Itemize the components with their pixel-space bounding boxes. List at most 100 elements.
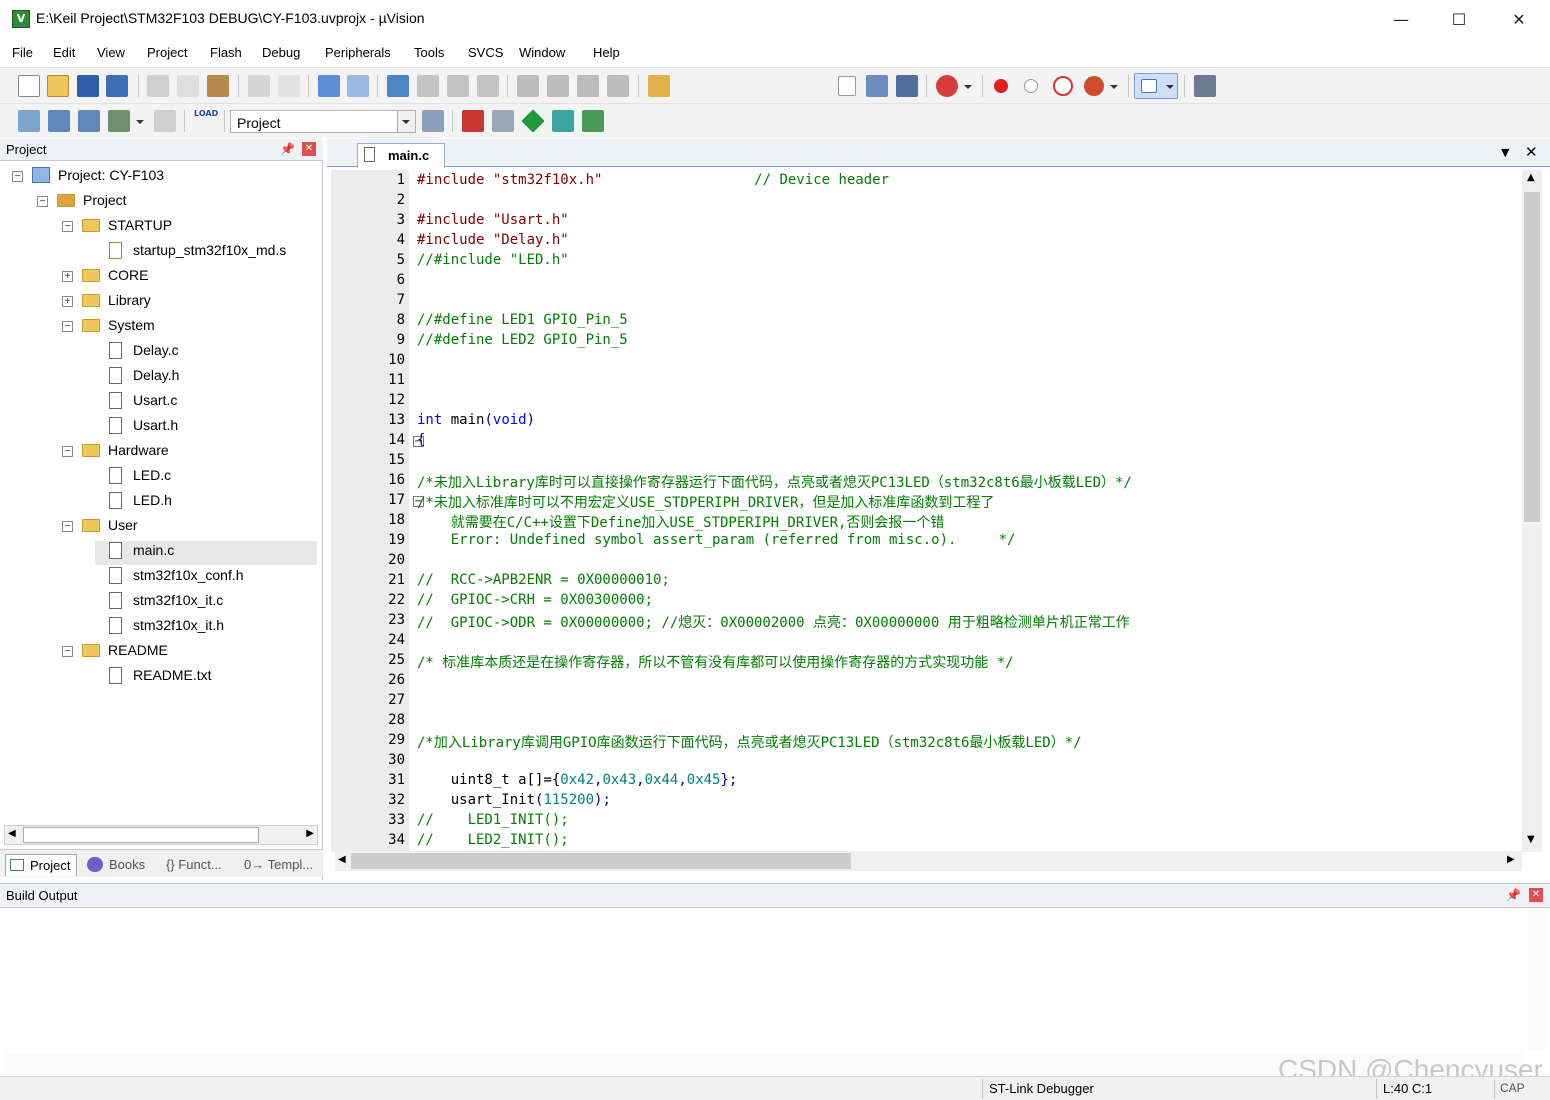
menu-tools[interactable]: Tools xyxy=(414,45,444,60)
target-select[interactable]: Project xyxy=(230,110,416,133)
batch-build-icon[interactable] xyxy=(108,110,130,132)
collapse-icon[interactable]: − xyxy=(37,196,48,207)
chevron-down-icon[interactable] xyxy=(1110,85,1118,89)
bookmark-prev-icon[interactable] xyxy=(417,75,439,97)
paste-icon[interactable] xyxy=(207,75,229,97)
unindent-icon[interactable] xyxy=(547,75,569,97)
code-editor[interactable]: #include "stm32f10x.h" // Device header #… xyxy=(417,170,1519,852)
code-line: uint8_t a[]={0x42,0x43,0x44,0x45}; xyxy=(417,772,738,792)
download-load-icon[interactable]: LOAD xyxy=(194,109,218,131)
tab-books[interactable]: Books xyxy=(85,854,157,876)
debug-session-icon[interactable] xyxy=(936,75,958,97)
find-combo-dropdown[interactable] xyxy=(838,76,856,96)
editor-horizontal-scrollbar[interactable]: ◀ ▶ xyxy=(335,851,1522,871)
scroll-up-icon[interactable]: ▲ xyxy=(1527,172,1535,183)
chevron-down-icon[interactable] xyxy=(964,85,972,89)
scroll-left-icon[interactable]: ◀ xyxy=(8,828,16,839)
manage-project-items-icon[interactable] xyxy=(462,110,484,132)
new-file-icon[interactable] xyxy=(18,75,40,97)
manage-run-time-environment-icon[interactable] xyxy=(521,109,545,133)
project-horizontal-scrollbar[interactable]: ◀ ▶ xyxy=(4,825,318,845)
scroll-thumb[interactable] xyxy=(351,853,851,869)
tab-project[interactable]: Project xyxy=(5,854,77,876)
manage-multi-project-icon[interactable] xyxy=(492,110,514,132)
cut-icon[interactable] xyxy=(147,75,169,97)
tab-functions[interactable]: {} Funct... xyxy=(164,854,236,876)
open-file-icon[interactable] xyxy=(47,75,69,97)
menu-window[interactable]: Window xyxy=(519,45,565,60)
minimize-button[interactable]: — xyxy=(1378,6,1424,34)
bookmark-toggle-icon[interactable] xyxy=(387,75,409,97)
menu-help[interactable]: Help xyxy=(593,45,620,60)
scroll-thumb[interactable] xyxy=(23,827,259,843)
disable-breakpoint-icon[interactable] xyxy=(1024,79,1038,93)
code-token: 0x45 xyxy=(686,772,721,788)
close-panel-icon[interactable]: ✕ xyxy=(302,142,316,156)
bookmark-next-icon[interactable] xyxy=(447,75,469,97)
chevron-down-icon[interactable] xyxy=(1166,85,1174,89)
save-all-icon[interactable] xyxy=(106,75,128,97)
pin-icon[interactable]: 📌 xyxy=(280,142,295,156)
collapse-icon[interactable]: − xyxy=(12,171,23,182)
scroll-thumb[interactable] xyxy=(1524,192,1540,522)
collapse-icon[interactable]: − xyxy=(62,646,73,657)
navigate-back-icon[interactable] xyxy=(318,75,340,97)
rebuild-icon[interactable] xyxy=(78,110,100,132)
select-software-packs-icon[interactable] xyxy=(552,110,574,132)
editor-vertical-scrollbar[interactable]: ▲ ▼ xyxy=(1522,170,1542,852)
expand-icon[interactable]: + xyxy=(62,296,73,307)
line-number: 31 xyxy=(388,772,405,788)
menu-project[interactable]: Project xyxy=(147,45,187,60)
chevron-down-icon[interactable] xyxy=(136,120,144,124)
save-icon[interactable] xyxy=(77,75,99,97)
translate-icon[interactable] xyxy=(18,110,40,132)
kill-all-breakpoints-icon[interactable] xyxy=(1053,76,1073,96)
menu-edit[interactable]: Edit xyxy=(53,45,75,60)
collapse-icon[interactable]: − xyxy=(62,221,73,232)
build-output-vertical-scrollbar[interactable] xyxy=(1528,910,1546,1050)
tab-main-c[interactable]: main.c xyxy=(357,143,445,168)
maximize-button[interactable]: ☐ xyxy=(1436,6,1482,34)
menu-flash[interactable]: Flash xyxy=(210,45,242,60)
collapse-icon[interactable]: − xyxy=(62,521,73,532)
comment-icon[interactable] xyxy=(577,75,599,97)
copy-icon[interactable] xyxy=(177,75,199,97)
options-for-target-icon[interactable] xyxy=(422,110,444,132)
find-in-files-icon[interactable] xyxy=(648,75,670,97)
menu-view[interactable]: View xyxy=(97,45,125,60)
indent-icon[interactable] xyxy=(517,75,539,97)
menu-file[interactable]: File xyxy=(12,45,33,60)
scroll-right-icon[interactable]: ▶ xyxy=(1507,854,1515,865)
tab-list-dropdown-icon[interactable]: ▼ xyxy=(1501,146,1509,159)
pack-installer-icon[interactable] xyxy=(582,110,604,132)
navigate-forward-icon[interactable] xyxy=(347,75,369,97)
undo-icon[interactable] xyxy=(248,75,270,97)
stop-build-icon[interactable] xyxy=(154,110,176,132)
configuration-wrench-icon[interactable] xyxy=(1194,75,1216,97)
menu-svcs[interactable]: SVCS xyxy=(468,45,503,60)
line-number: 16 xyxy=(388,472,405,488)
scroll-right-icon[interactable]: ▶ xyxy=(306,828,314,839)
close-panel-icon[interactable]: ✕ xyxy=(1529,888,1543,902)
expand-icon[interactable]: + xyxy=(62,271,73,282)
build-icon[interactable] xyxy=(48,110,70,132)
incremental-find-icon[interactable] xyxy=(896,75,918,97)
line-number: 24 xyxy=(388,632,405,648)
collapse-icon[interactable]: − xyxy=(62,446,73,457)
uncomment-icon[interactable] xyxy=(607,75,629,97)
find-icon[interactable] xyxy=(866,75,888,97)
scroll-left-icon[interactable]: ◀ xyxy=(338,854,346,865)
configure-breakpoints-icon[interactable] xyxy=(1084,76,1104,96)
bookmark-clear-icon[interactable] xyxy=(477,75,499,97)
close-tab-icon[interactable]: ✕ xyxy=(1525,143,1538,161)
collapse-icon[interactable]: − xyxy=(62,321,73,332)
close-window-button[interactable]: ✕ xyxy=(1496,6,1542,34)
menu-debug[interactable]: Debug xyxy=(262,45,300,60)
code-token: int xyxy=(417,412,443,428)
tab-templates[interactable]: 0→ Templ... xyxy=(242,854,320,876)
pin-icon[interactable]: 📌 xyxy=(1506,888,1521,902)
insert-breakpoint-icon[interactable] xyxy=(994,79,1008,93)
menu-peripherals[interactable]: Peripherals xyxy=(325,45,391,60)
redo-icon[interactable] xyxy=(278,75,300,97)
scroll-down-icon[interactable]: ▼ xyxy=(1527,834,1535,845)
